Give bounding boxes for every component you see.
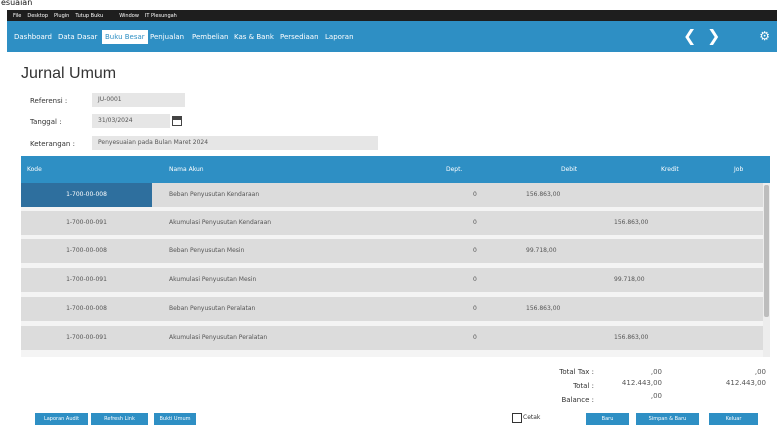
cell-debit[interactable]: 156.863,00 [526, 297, 560, 321]
cell-nama-akun[interactable]: Akumulasi Penyusutan Kendaraan [169, 211, 271, 235]
cetak-checkbox[interactable] [512, 413, 522, 423]
cell-nama-akun[interactable]: Akumulasi Penyusutan Peralatan [169, 326, 267, 350]
baru-button[interactable]: Baru [586, 413, 629, 425]
cell-kode[interactable]: 1-700-00-091 [21, 268, 152, 292]
table-row[interactable]: 1-700-00-008 Beban Penyusutan Peralatan … [21, 297, 763, 321]
table-header: Kode Nama Akun Dept. Debit Kredit Job [21, 156, 770, 183]
back-arrow-icon[interactable]: ❮ [683, 26, 696, 46]
cell-debit[interactable]: 156.863,00 [526, 183, 560, 207]
forward-arrow-icon[interactable]: ❯ [707, 26, 720, 46]
cetak-label: Cetak [523, 414, 541, 421]
referensi-label: Referensi : [30, 97, 68, 105]
total-kredit: 412.443,00 [725, 379, 766, 387]
cell-dept[interactable]: 0 [473, 211, 477, 235]
total-debit: 412.443,00 [621, 379, 662, 387]
scrollbar-thumb[interactable] [764, 185, 769, 317]
laporan-audit-button[interactable]: Laporan Audit [35, 413, 88, 425]
cell-kredit[interactable]: 156.863,00 [614, 211, 648, 235]
tab-dashboard[interactable]: Dashboard [11, 30, 55, 44]
cell-dept[interactable]: 0 [473, 239, 477, 263]
cell-debit[interactable]: 99.718,00 [526, 239, 557, 263]
window-title: esuaian [1, 0, 33, 7]
header-job[interactable]: Job [734, 156, 743, 183]
page-title: Jurnal Umum [21, 65, 117, 82]
total-tax-kredit: ,00 [754, 368, 766, 376]
table-row[interactable]: 1-700-00-091 Akumulasi Penyusutan Perala… [21, 326, 763, 350]
total-tax-debit: ,00 [650, 368, 662, 376]
journal-table-body: 1-700-00-008 Beban Penyusutan Kendaraan … [21, 183, 770, 357]
tab-penjualan[interactable]: Penjualan [147, 30, 187, 44]
header-dept[interactable]: Dept. [446, 156, 462, 183]
table-row[interactable]: 1-700-00-091 Akumulasi Penyusutan Mesin … [21, 268, 763, 292]
tab-data-dasar[interactable]: Data Dasar [55, 30, 100, 44]
cell-dept[interactable]: 0 [473, 183, 477, 207]
table-scrollbar[interactable] [763, 183, 770, 357]
tab-kas-bank[interactable]: Kas & Bank [231, 30, 277, 44]
cell-kode[interactable]: 1-700-00-008 [21, 297, 152, 321]
cell-dept[interactable]: 0 [473, 297, 477, 321]
simpan-baru-button[interactable]: Simpan & Baru [636, 413, 699, 425]
table-row[interactable]: 1-700-00-008 Beban Penyusutan Kendaraan … [21, 183, 763, 207]
table-row[interactable]: 1-700-00-008 Beban Penyusutan Mesin 0 99… [21, 239, 763, 263]
tanggal-field[interactable]: 31/03/2024 [92, 114, 170, 128]
menu-window[interactable]: Window [119, 13, 139, 19]
cell-nama-akun[interactable]: Beban Penyusutan Kendaraan [169, 183, 259, 207]
main-nav: Dashboard Data Dasar Buku Besar Penjuala… [7, 21, 777, 52]
cell-kredit[interactable]: 99.718,00 [614, 268, 645, 292]
window-titlebar: esuaian [0, 0, 777, 9]
menu-tutup-buku[interactable]: Tutup Buku [75, 13, 103, 19]
keterangan-label: Keterangan : [30, 140, 75, 148]
refresh-link-button[interactable]: Refresh Link [91, 413, 148, 425]
cell-kredit[interactable]: 156.863,00 [614, 326, 648, 350]
header-debit[interactable]: Debit [561, 156, 577, 183]
menu-file[interactable]: File [13, 13, 21, 19]
menu-bar: File Desktop Plugin Tutup Buku Window IT… [7, 10, 777, 21]
total-label: Total : [573, 382, 594, 390]
cell-kode[interactable]: 1-700-00-091 [21, 211, 152, 235]
cell-nama-akun[interactable]: Beban Penyusutan Mesin [169, 239, 244, 263]
referensi-field[interactable]: JU-0001 [92, 93, 185, 107]
tab-persediaan[interactable]: Persediaan [277, 30, 322, 44]
app-window: esuaian File Desktop Plugin Tutup Buku W… [0, 0, 777, 438]
cell-nama-akun[interactable]: Akumulasi Penyusutan Mesin [169, 268, 256, 292]
bukti-umum-button[interactable]: Bukti Umum [154, 413, 196, 425]
gear-icon[interactable]: ⚙ [759, 29, 770, 43]
tanggal-label: Tanggal : [30, 118, 62, 126]
menu-user[interactable]: IT Plesungah [145, 13, 177, 19]
header-kode[interactable]: Kode [27, 156, 42, 183]
header-nama-akun[interactable]: Nama Akun [169, 156, 204, 183]
cell-dept[interactable]: 0 [473, 268, 477, 292]
cell-kode[interactable]: 1-700-00-091 [21, 326, 152, 350]
balance-value: ,00 [650, 392, 662, 400]
header-kredit[interactable]: Kredit [661, 156, 679, 183]
table-row[interactable]: 1-700-00-091 Akumulasi Penyusutan Kendar… [21, 211, 763, 235]
balance-label: Balance : [561, 396, 594, 404]
cell-kode[interactable]: 1-700-00-008 [21, 183, 152, 207]
cell-nama-akun[interactable]: Beban Penyusutan Peralatan [169, 297, 255, 321]
cell-kode[interactable]: 1-700-00-008 [21, 239, 152, 263]
keluar-button[interactable]: Keluar [709, 413, 758, 425]
calendar-icon[interactable] [172, 116, 182, 126]
tab-laporan[interactable]: Laporan [322, 30, 357, 44]
tab-pembelian[interactable]: Pembelian [189, 30, 231, 44]
tab-buku-besar[interactable]: Buku Besar [102, 30, 148, 44]
total-tax-label: Total Tax : [559, 368, 594, 376]
keterangan-field[interactable]: Penyesuaian pada Bulan Maret 2024 [92, 136, 378, 150]
cell-dept[interactable]: 0 [473, 326, 477, 350]
menu-desktop[interactable]: Desktop [27, 13, 48, 19]
menu-plugin[interactable]: Plugin [54, 13, 69, 19]
